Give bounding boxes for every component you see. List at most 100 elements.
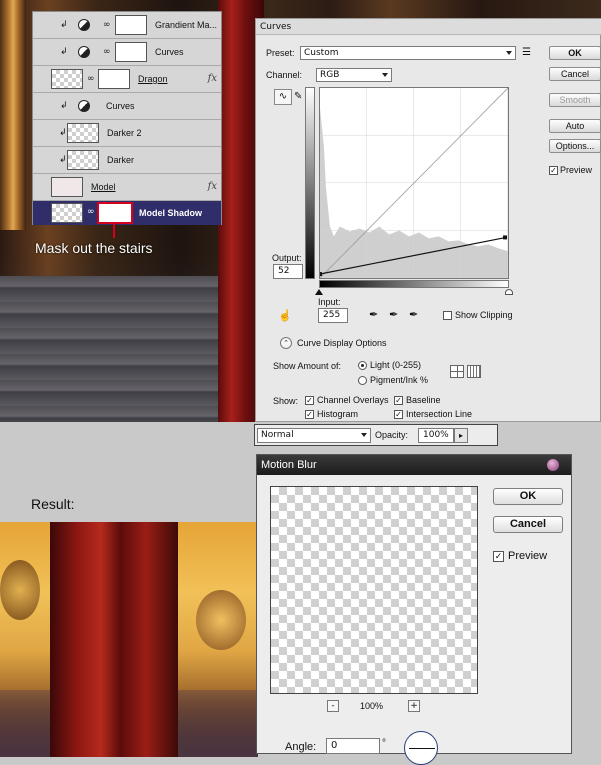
preset-value: Custom [304,48,339,58]
intersection-line-label: Intersection Line [406,409,473,419]
options-button[interactable]: Options... [549,139,601,153]
layer-thumbnail[interactable] [51,203,83,223]
light-radio[interactable] [358,361,367,370]
layer-row-curves-bottom[interactable]: ↲ Curves [33,93,221,120]
angle-label: Angle: [285,741,317,753]
curve-tool-icon[interactable]: ∿ [274,89,292,105]
layer-row-curves-top[interactable]: ↲ ∞ Curves [33,39,221,66]
simple-grid-icon[interactable] [450,365,464,378]
layer-name: Model Shadow [139,208,202,218]
white-eyedropper-icon[interactable]: ✒ [409,308,418,321]
motion-blur-dialog: Motion Blur - 100% + OK Cancel ✓ Preview… [256,454,572,765]
preset-options-icon[interactable]: ☰ [522,47,531,58]
blur-preview[interactable] [270,486,478,694]
show-amount-label: Show Amount of: [273,361,342,371]
adjustment-layer-icon [78,19,90,31]
channel-overlays-label: Channel Overlays [317,395,389,405]
blend-options-bar: Normal Opacity: 100% ▸ [254,424,498,446]
baseline-label: Baseline [406,395,441,405]
layer-thumbnail[interactable] [67,123,99,143]
expand-toggle-icon[interactable]: ⌃ [280,337,292,349]
curves-graph[interactable] [319,87,509,279]
opacity-slider-toggle-icon[interactable]: ▸ [454,428,468,443]
angle-dial[interactable] [404,731,438,765]
layer-name: Darker [107,155,135,165]
output-gradient-bar [305,87,315,279]
detailed-grid-icon[interactable] [467,365,481,378]
dialog-title: Motion Blur [257,455,571,475]
zoom-out-button[interactable]: - [327,700,339,712]
opacity-field[interactable]: 100% [418,428,454,443]
preset-select[interactable]: Custom [300,46,516,60]
gray-eyedropper-icon[interactable]: ✒ [389,308,398,321]
close-icon[interactable] [547,459,559,471]
curves-preview-label: Preview [560,165,593,175]
channel-select[interactable]: RGB [316,68,392,82]
layer-thumbnail[interactable] [67,150,99,170]
dialog-title: Curves [256,19,601,35]
on-image-adjust-icon[interactable]: ☝ [278,309,292,322]
lotus-ornament-right [196,590,246,650]
channel-value: RGB [320,70,340,80]
degree-symbol: ° [382,738,386,749]
input-label: Input: [318,297,341,307]
fx-icon[interactable]: fx [208,73,217,84]
curves-preview-checkbox[interactable]: ✓ [549,166,558,175]
angle-field[interactable]: 0 [326,738,380,754]
histogram-label: Histogram [317,409,359,419]
curves-cancel-button[interactable]: Cancel [549,67,601,81]
motion-blur-preview-label: Preview [508,550,548,562]
layer-row-model[interactable]: Model fx [33,174,221,201]
baseline-checkbox[interactable]: ✓ [394,396,403,405]
zoom-in-button[interactable]: + [408,700,420,712]
histogram-checkbox[interactable]: ✓ [305,410,314,419]
layer-row-darker-2[interactable]: ↲ Darker 2 [33,120,221,147]
clip-arrow-icon: ↲ [59,155,67,165]
blend-mode-select[interactable]: Normal [257,428,371,443]
curves-ok-button[interactable]: OK [549,46,601,60]
black-eyedropper-icon[interactable]: ✒ [369,308,378,321]
motion-blur-preview-checkbox[interactable]: ✓ [493,551,504,562]
intersection-line-checkbox[interactable]: ✓ [394,410,403,419]
clip-arrow-icon: ↲ [60,101,68,111]
show-clipping-checkbox[interactable] [443,311,452,320]
layer-mask-thumbnail[interactable] [115,15,147,35]
layer-row-gradient-map[interactable]: ↲ ∞ Grandient Ma... [33,12,221,39]
layer-row-darker[interactable]: ↲ Darker [33,147,221,174]
layer-row-model-shadow[interactable]: ∞ Model Shadow [33,201,221,225]
adjustment-layer-icon [78,100,90,112]
layer-mask-thumbnail-highlighted[interactable] [97,202,133,224]
channel-overlays-checkbox[interactable]: ✓ [305,396,314,405]
motion-blur-cancel-button[interactable]: Cancel [493,516,563,533]
white-point-slider[interactable] [505,289,513,295]
layer-mask-thumbnail[interactable] [115,42,147,62]
pigment-radio[interactable] [358,376,367,385]
layer-name: Curves [155,47,184,57]
pillar-left [0,0,26,230]
caption-result: Result: [31,496,75,512]
layer-name: Dragon [138,74,168,84]
input-field[interactable]: 255 [318,308,348,323]
layer-mask-thumbnail[interactable] [98,69,130,89]
chevron-down-icon [382,73,388,77]
link-chain-icon: ∞ [87,207,95,217]
clip-arrow-icon: ↲ [60,47,68,57]
layer-name: Darker 2 [107,128,142,138]
auto-button[interactable]: Auto [549,119,601,133]
layer-name: Model [91,182,116,192]
show-label: Show: [273,396,299,406]
layer-thumbnail[interactable] [51,177,83,197]
motion-blur-ok-button[interactable]: OK [493,488,563,505]
lotus-ornament-left [0,560,40,620]
opacity-label: Opacity: [375,430,409,440]
chevron-down-icon [361,433,367,437]
model-robe-result [50,522,178,757]
link-chain-icon: ∞ [103,47,111,57]
layer-row-dragon[interactable]: ∞ Dragon fx [33,66,221,93]
fx-icon[interactable]: fx [208,181,217,192]
output-field[interactable]: 52 [273,264,303,279]
black-point-slider[interactable] [315,289,323,295]
smooth-button[interactable]: Smooth [549,93,601,107]
curve-point-white [503,235,508,240]
layer-thumbnail[interactable] [51,69,83,89]
